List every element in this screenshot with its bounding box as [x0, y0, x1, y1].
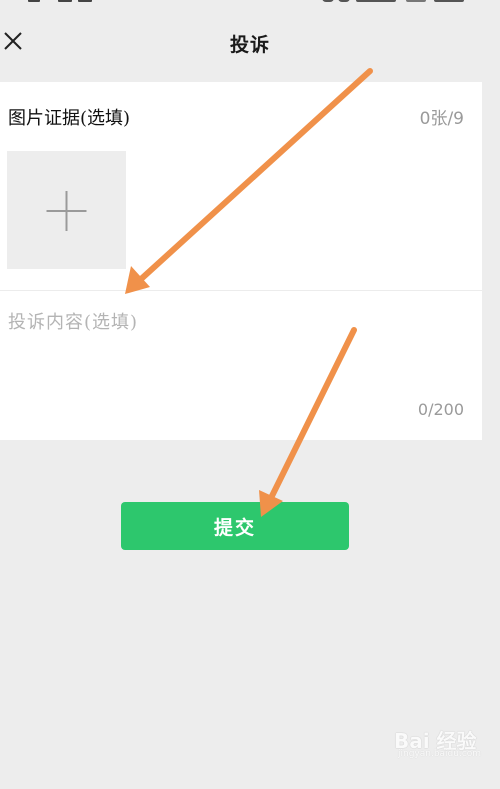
- submit-button[interactable]: 提交: [121, 502, 349, 550]
- char-count: 0/200: [417, 400, 464, 419]
- page-title: 投诉: [229, 34, 270, 56]
- status-left-icons: [28, 0, 118, 6]
- complaint-form-card: 图片证据(选填) 0张/9 0/200: [0, 82, 482, 440]
- baidu-jingyan-watermark: Bai 经验 jingyan.baidu.com: [394, 723, 486, 765]
- photo-count: 0张/9: [419, 109, 464, 129]
- evidence-section-title: 图片证据(选填): [8, 108, 131, 129]
- complaint-content-input[interactable]: [8, 308, 468, 378]
- nav-bar: 投诉: [0, 18, 500, 70]
- watermark-url: jingyan.baidu.com: [398, 749, 482, 759]
- status-bar: [0, 0, 500, 20]
- plus-icon: [46, 191, 87, 231]
- status-right-icons: [322, 0, 472, 6]
- divider: [0, 290, 482, 291]
- add-photo-button[interactable]: [7, 151, 126, 269]
